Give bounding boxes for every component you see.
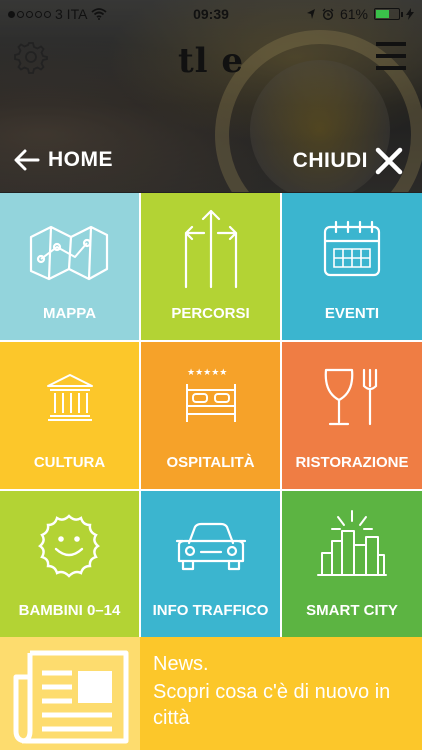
tile-mappa[interactable]: MAPPA — [0, 193, 139, 340]
tile-label: INFO TRAFFICO — [152, 602, 269, 619]
close-button[interactable]: CHIUDI — [293, 146, 404, 176]
status-bar: 3 ITA 09:39 61% — [0, 0, 422, 28]
close-label: CHIUDI — [292, 149, 368, 172]
calendar-icon — [323, 220, 381, 277]
alarm-icon — [322, 8, 334, 20]
battery-percent: 61% — [339, 6, 368, 22]
tile-label: EVENTI — [324, 305, 380, 322]
car-icon — [175, 522, 247, 571]
tile-label: BAMBINI 0–14 — [18, 602, 121, 619]
gear-icon — [14, 42, 48, 74]
city-icon — [317, 510, 387, 576]
tile-label: OSPITALITÀ — [166, 454, 255, 471]
tile-eventi[interactable]: EVENTI — [282, 193, 422, 340]
restaurant-icon — [324, 368, 378, 426]
news-title: News. — [153, 653, 209, 675]
tile-label: RISTORAZIONE — [295, 454, 409, 471]
home-label: HOME — [48, 148, 113, 171]
menu-grid: MAPPA PERCORSI EVENTI CULTURA ★★★★★ OSPI… — [0, 193, 422, 637]
tile-cultura[interactable]: CULTURA — [0, 342, 139, 489]
svg-text:★★★★★: ★★★★★ — [187, 368, 227, 378]
tile-label: SMART CITY — [306, 602, 398, 619]
map-icon — [29, 225, 109, 281]
app-logo: tl e — [177, 41, 245, 81]
home-button[interactable]: HOME — [14, 148, 113, 172]
tile-label: PERCORSI — [171, 305, 250, 322]
tile-smart-city[interactable]: SMART CITY — [282, 491, 422, 637]
arrow-left-icon — [14, 149, 40, 171]
news-banner[interactable]: News. Scopri cosa c'è di nuovo in città — [0, 637, 422, 750]
charging-icon — [406, 8, 414, 20]
directions-icon — [184, 209, 238, 289]
tile-bambini[interactable]: BAMBINI 0–14 — [0, 491, 139, 637]
hamburger-icon — [376, 42, 406, 46]
close-icon — [375, 147, 403, 175]
tile-label: CULTURA — [33, 454, 106, 471]
tile-ospitalita[interactable]: ★★★★★ OSPITALITÀ — [141, 342, 280, 489]
tile-ristorazione[interactable]: RISTORAZIONE — [282, 342, 422, 489]
smiley-sun-icon — [37, 514, 101, 578]
museum-icon — [47, 374, 93, 421]
news-subtitle: Scopri cosa c'è di nuovo in città — [153, 681, 391, 729]
battery-icon — [374, 8, 403, 20]
tile-info-traffico[interactable]: INFO TRAFFICO — [141, 491, 280, 637]
tile-percorsi[interactable]: PERCORSI — [141, 193, 280, 340]
settings-button[interactable] — [14, 40, 48, 74]
newspaper-icon — [13, 650, 129, 744]
menu-button[interactable] — [376, 42, 406, 70]
hotel-bed-icon: ★★★★★ — [186, 368, 236, 422]
tile-label: MAPPA — [42, 305, 97, 322]
location-icon — [306, 9, 315, 19]
nav-row: HOME CHIUDI — [0, 140, 422, 184]
